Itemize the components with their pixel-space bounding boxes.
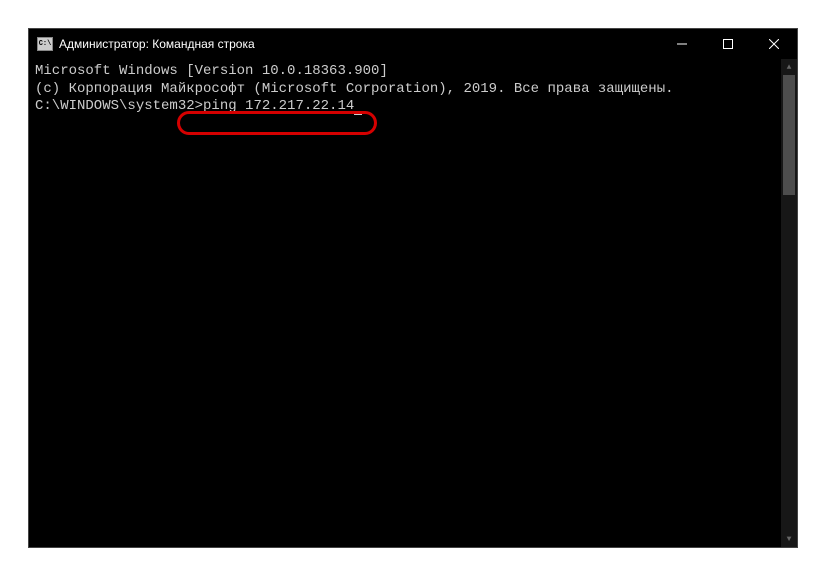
terminal-content[interactable]: Microsoft Windows [Version 10.0.18363.90… — [29, 59, 797, 547]
titlebar[interactable]: C:\ Администратор: Командная строка — [29, 29, 797, 59]
minimize-icon — [677, 39, 687, 49]
scrollbar-thumb[interactable] — [783, 75, 795, 195]
chevron-down-icon: ▼ — [787, 535, 792, 544]
version-line: Microsoft Windows [Version 10.0.18363.90… — [35, 63, 791, 81]
close-icon — [769, 39, 779, 49]
maximize-button[interactable] — [705, 29, 751, 59]
window-title: Администратор: Командная строка — [59, 37, 659, 51]
close-button[interactable] — [751, 29, 797, 59]
scrollbar-up-arrow[interactable]: ▲ — [781, 59, 797, 75]
vertical-scrollbar[interactable]: ▲ ▼ — [781, 59, 797, 547]
command-input[interactable]: ping 172.217.22.14 — [203, 98, 354, 114]
cmd-icon-text: C:\ — [39, 40, 52, 48]
text-cursor — [354, 112, 362, 115]
cmd-icon: C:\ — [37, 37, 53, 51]
scrollbar-down-arrow[interactable]: ▼ — [781, 531, 797, 547]
copyright-line: (c) Корпорация Майкрософт (Microsoft Cor… — [35, 81, 791, 99]
command-prompt-window: C:\ Администратор: Командная строка — [28, 28, 798, 548]
prompt-line: C:\WINDOWS\system32>ping 172.217.22.14 — [35, 98, 362, 116]
prompt-path: C:\WINDOWS\system32> — [35, 98, 203, 114]
minimize-button[interactable] — [659, 29, 705, 59]
chevron-up-icon: ▲ — [787, 63, 792, 72]
maximize-icon — [723, 39, 733, 49]
window-controls — [659, 29, 797, 59]
